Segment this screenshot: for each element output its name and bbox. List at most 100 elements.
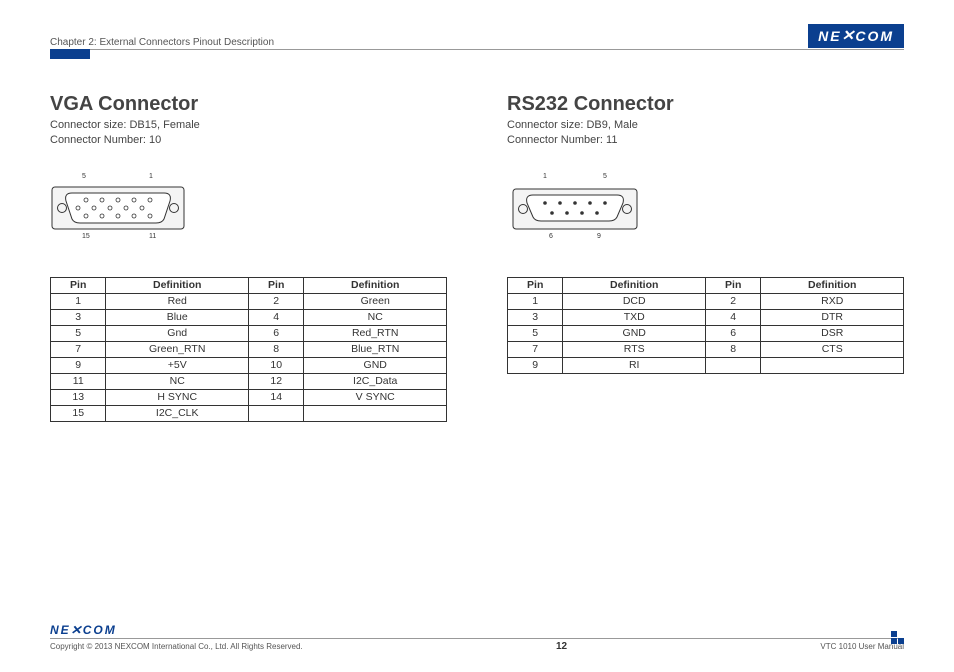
cell-def: Red <box>106 293 249 309</box>
table-row: 13H SYNC14V SYNC <box>51 389 447 405</box>
cell-pin: 2 <box>705 293 760 309</box>
cell-def: NC <box>106 373 249 389</box>
cell-pin: 7 <box>51 341 106 357</box>
cell-pin: 3 <box>508 309 563 325</box>
cell-def: RXD <box>761 293 904 309</box>
cell-def: DSR <box>761 325 904 341</box>
cell-pin: 1 <box>508 293 563 309</box>
table-row: 3Blue4NC <box>51 309 447 325</box>
cell-pin <box>705 357 760 373</box>
cell-def: DTR <box>761 309 904 325</box>
cell-pin: 5 <box>508 325 563 341</box>
rs232-section: RS232 Connector Connector size: DB9, Mal… <box>507 93 904 422</box>
cell-pin: 8 <box>705 341 760 357</box>
cell-pin: 4 <box>248 309 303 325</box>
cell-def: CTS <box>761 341 904 357</box>
rs232-pin-table: Pin Definition Pin Definition 1DCD2RXD3T… <box>507 277 904 374</box>
cell-pin: 14 <box>248 389 303 405</box>
table-row: 11NC12I2C_Data <box>51 373 447 389</box>
cell-def: H SYNC <box>106 389 249 405</box>
table-row: 7Green_RTN8Blue_RTN <box>51 341 447 357</box>
col-pin: Pin <box>248 277 303 293</box>
table-row: 5Gnd6Red_RTN <box>51 325 447 341</box>
cell-pin: 10 <box>248 357 303 373</box>
col-def: Definition <box>761 277 904 293</box>
col-def: Definition <box>106 277 249 293</box>
table-row: 15I2C_CLK <box>51 405 447 421</box>
footer-logo: NE✕COM <box>50 623 904 637</box>
cell-def: TXD <box>563 309 706 325</box>
cell-pin: 7 <box>508 341 563 357</box>
pin-label: 9 <box>597 233 601 240</box>
table-row: 3TXD4DTR <box>508 309 904 325</box>
cell-def: Blue_RTN <box>304 341 447 357</box>
table-row: 5GND6DSR <box>508 325 904 341</box>
cell-def: Green <box>304 293 447 309</box>
pin-label: 6 <box>549 233 553 240</box>
table-row: 7RTS8CTS <box>508 341 904 357</box>
cell-def <box>761 357 904 373</box>
vga-title: VGA Connector <box>50 93 447 116</box>
vga-number: Connector Number: 10 <box>50 133 447 148</box>
cell-def: Blue <box>106 309 249 325</box>
table-row: 9RI <box>508 357 904 373</box>
rs232-title: RS232 Connector <box>507 93 904 116</box>
pin-label: 5 <box>82 173 86 180</box>
cell-def <box>304 405 447 421</box>
pin-label: 11 <box>149 233 156 240</box>
cell-pin: 2 <box>248 293 303 309</box>
copyright: Copyright © 2013 NEXCOM International Co… <box>50 642 303 651</box>
cell-pin <box>248 405 303 421</box>
cell-def: GND <box>304 357 447 373</box>
cell-def: NC <box>304 309 447 325</box>
cell-pin: 3 <box>51 309 106 325</box>
rs232-number: Connector Number: 11 <box>507 133 904 148</box>
table-row: 1Red2Green <box>51 293 447 309</box>
cell-def: +5V <box>106 357 249 373</box>
cell-def: RI <box>563 357 706 373</box>
pin-label: 1 <box>543 173 547 180</box>
rs232-size: Connector size: DB9, Male <box>507 118 904 133</box>
col-def: Definition <box>563 277 706 293</box>
pin-label: 15 <box>82 233 90 240</box>
cell-def: Green_RTN <box>106 341 249 357</box>
accent-bar <box>50 49 90 59</box>
cell-pin: 9 <box>51 357 106 373</box>
cell-pin: 8 <box>248 341 303 357</box>
cell-pin: 15 <box>51 405 106 421</box>
pin-label: 5 <box>603 173 607 180</box>
cell-def: GND <box>563 325 706 341</box>
pin-label: 1 <box>149 173 153 180</box>
cell-def: Red_RTN <box>304 325 447 341</box>
cell-pin: 11 <box>51 373 106 389</box>
cell-pin: 9 <box>508 357 563 373</box>
chapter-title: Chapter 2: External Connectors Pinout De… <box>50 37 274 48</box>
page-number: 12 <box>556 641 567 652</box>
cell-pin: 4 <box>705 309 760 325</box>
cell-def: V SYNC <box>304 389 447 405</box>
cell-def: I2C_Data <box>304 373 447 389</box>
cell-def: Gnd <box>106 325 249 341</box>
vga-diagram: 5 1 15 <box>50 173 447 253</box>
col-pin: Pin <box>705 277 760 293</box>
vga-size: Connector size: DB15, Female <box>50 118 447 133</box>
cell-pin: 6 <box>705 325 760 341</box>
table-row: 1DCD2RXD <box>508 293 904 309</box>
cell-pin: 13 <box>51 389 106 405</box>
cell-pin: 12 <box>248 373 303 389</box>
col-pin: Pin <box>508 277 563 293</box>
cell-pin: 5 <box>51 325 106 341</box>
col-pin: Pin <box>51 277 106 293</box>
cell-pin: 6 <box>248 325 303 341</box>
cell-def: DCD <box>563 293 706 309</box>
rs232-diagram: 1 5 6 9 <box>507 173 904 253</box>
table-row: 9+5V10GND <box>51 357 447 373</box>
col-def: Definition <box>304 277 447 293</box>
vga-section: VGA Connector Connector size: DB15, Fema… <box>50 93 447 422</box>
cell-def: RTS <box>563 341 706 357</box>
vga-pin-table: Pin Definition Pin Definition 1Red2Green… <box>50 277 447 422</box>
cell-pin: 1 <box>51 293 106 309</box>
cell-def: I2C_CLK <box>106 405 249 421</box>
footer-blocks-icon <box>891 631 904 644</box>
brand-logo: NE✕COM <box>808 24 904 48</box>
